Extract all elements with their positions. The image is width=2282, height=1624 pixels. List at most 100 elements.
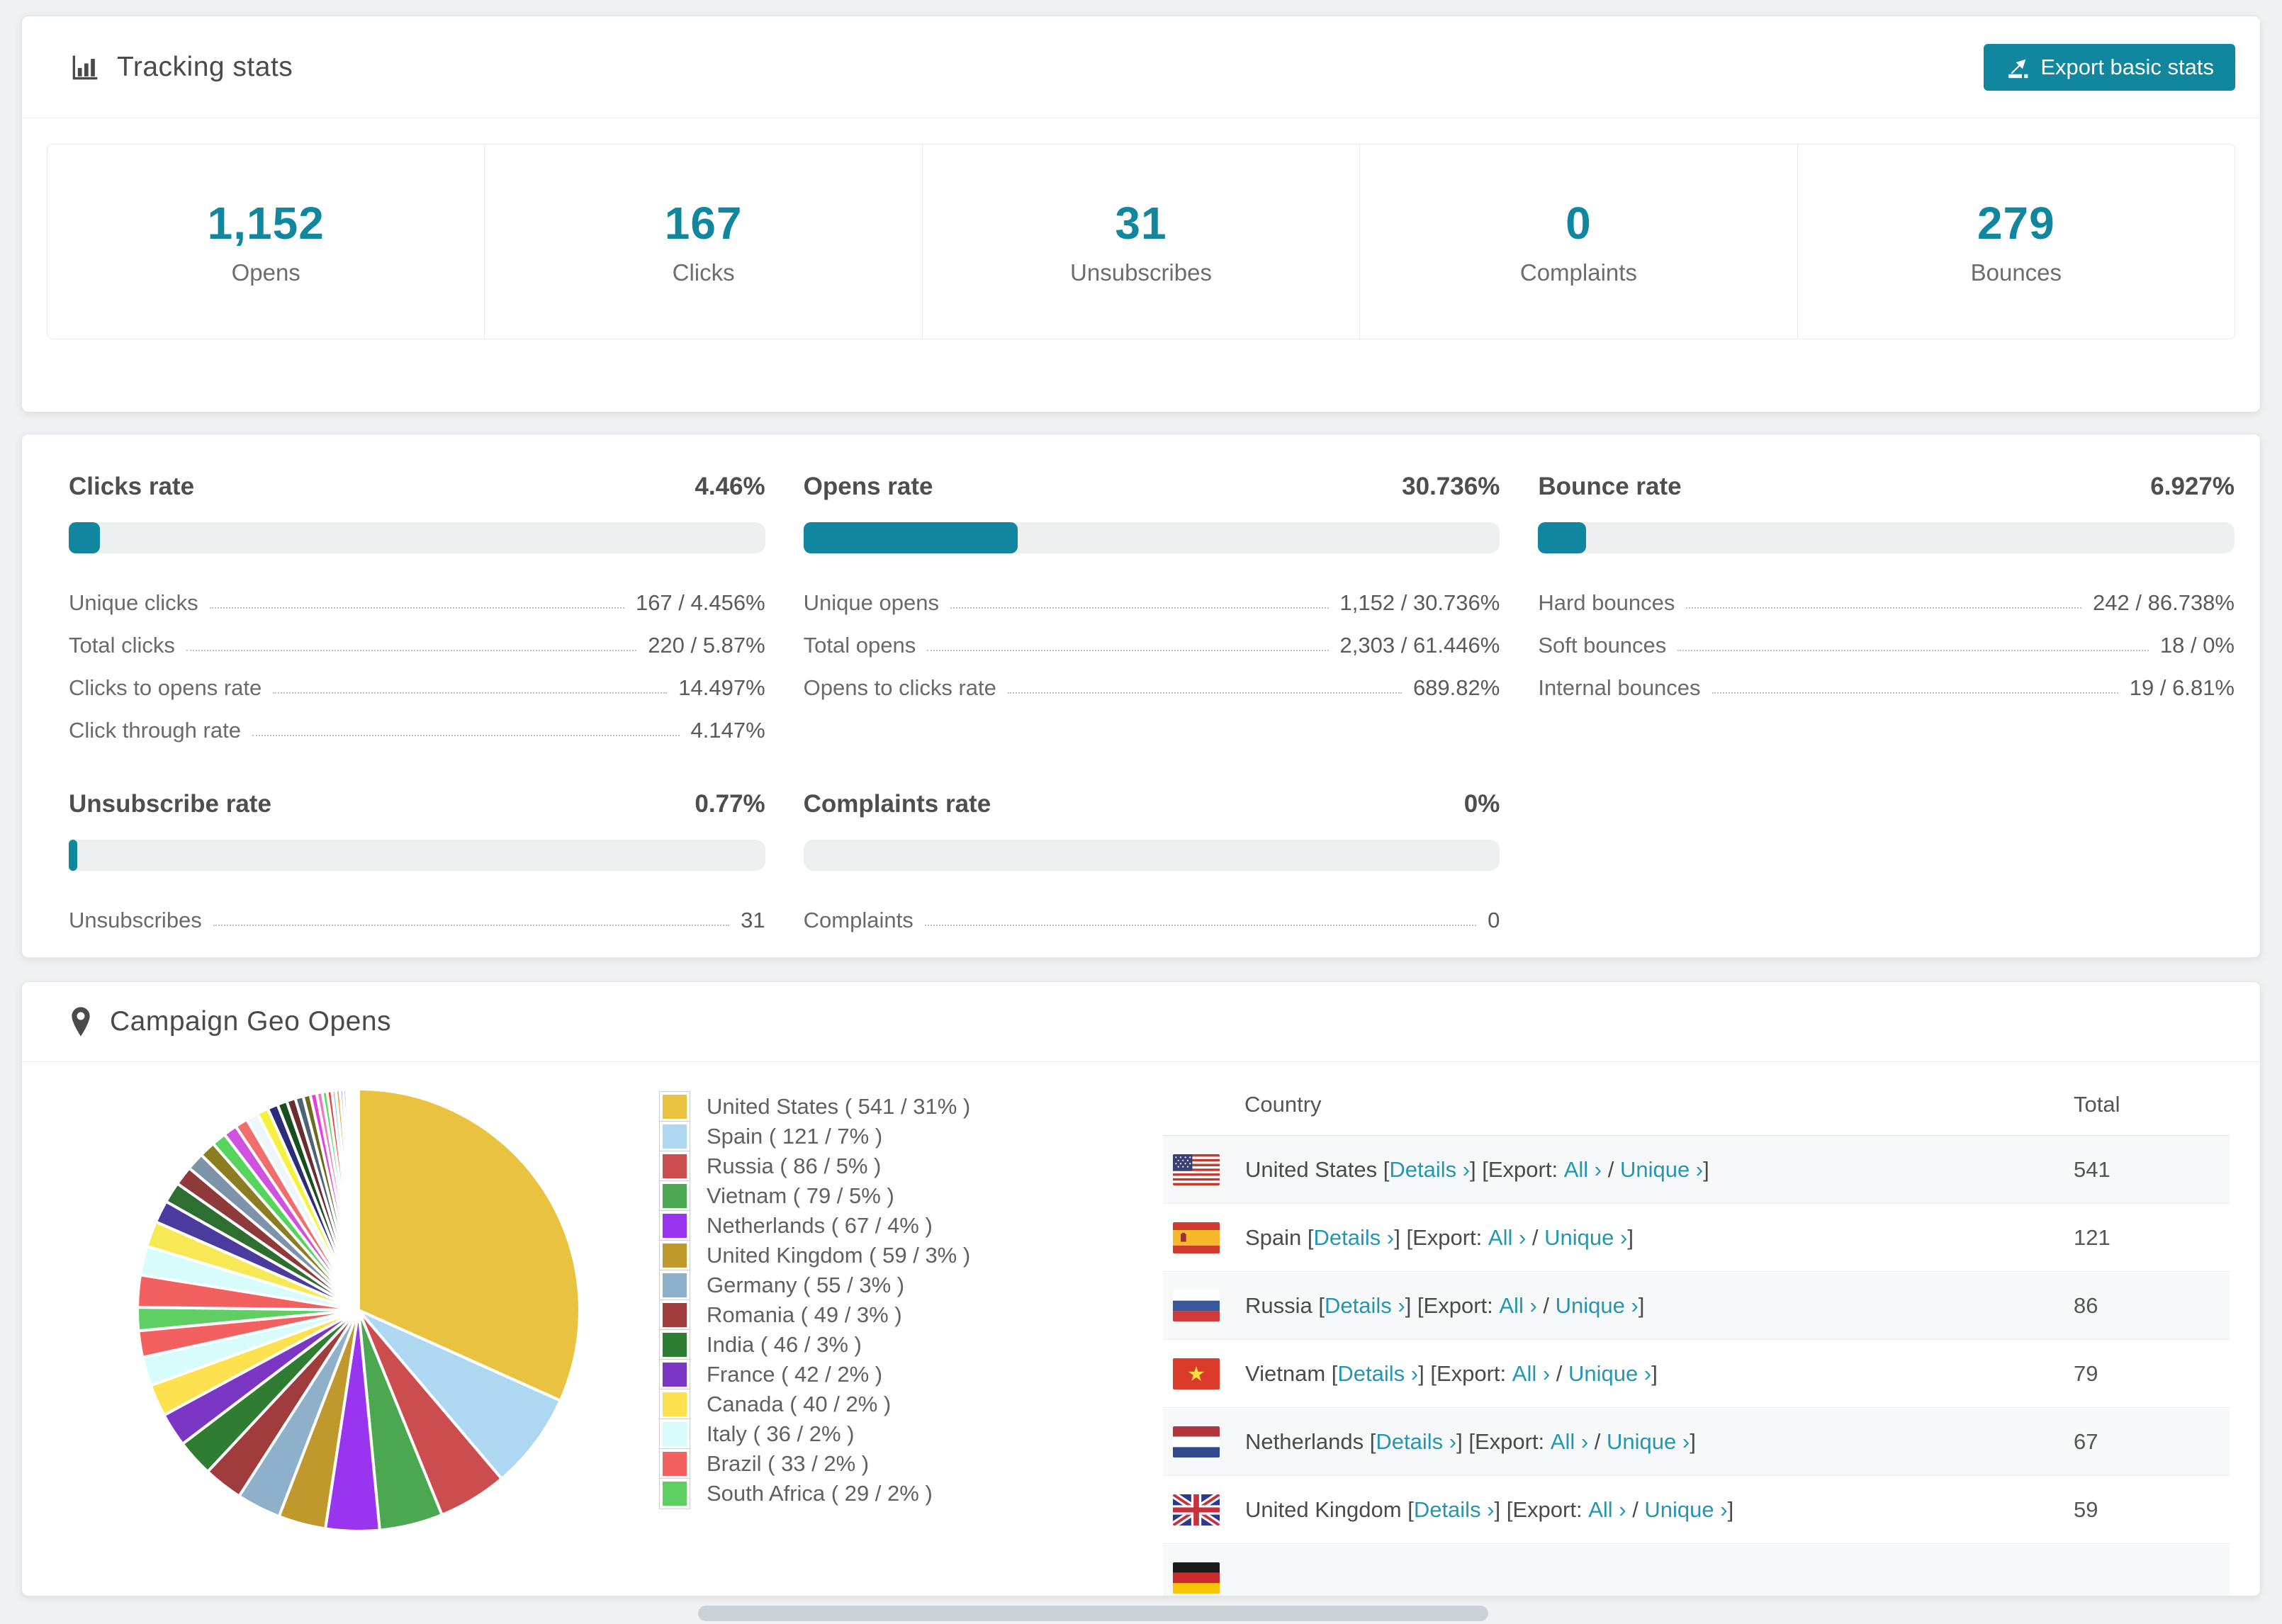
legend-item: Canada ( 40 / 2% ) <box>660 1389 970 1419</box>
dotted-leader <box>213 925 730 926</box>
country-name: Vietnam <box>1245 1360 1332 1386</box>
metric-label: Unsubscribes <box>69 908 202 932</box>
country-cell: Spain [Details ›] [Export: All › / Uniqu… <box>1163 1222 2074 1253</box>
legend-label: Italy ( 36 / 2% ) <box>707 1421 855 1446</box>
export-unique-link[interactable]: Unique › <box>1620 1157 1703 1183</box>
export-basic-stats-button[interactable]: Export basic stats <box>1984 43 2235 91</box>
stat-label: Clicks <box>672 259 735 286</box>
table-row-de <box>1163 1544 2230 1596</box>
export-all-link[interactable]: All › <box>1588 1497 1626 1523</box>
export-unique-link[interactable]: Unique › <box>1556 1293 1639 1319</box>
legend-label: India ( 46 / 3% ) <box>707 1332 862 1357</box>
stat-value: 167 <box>664 198 743 249</box>
stat-label: Bounces <box>1970 259 2062 286</box>
export-unique-link[interactable]: Unique › <box>1568 1361 1651 1387</box>
legend-swatch <box>660 1122 690 1151</box>
slash-text: / <box>1550 1360 1569 1386</box>
metric-value: 19 / 6.81% <box>2129 675 2235 700</box>
opens-rate-value: 30.736% <box>1402 473 1500 500</box>
complaints-rate-progress-track <box>803 840 1500 871</box>
bracket-text: [ <box>1383 1156 1390 1182</box>
country-name: United Kingdom <box>1245 1496 1408 1522</box>
slash-text: / <box>1602 1156 1620 1182</box>
metric-label: Internal bounces <box>1538 675 1701 700</box>
opens-rate-progress-track <box>803 522 1500 553</box>
metric-label: Complaints <box>803 908 914 932</box>
export-unique-link[interactable]: Unique › <box>1644 1497 1727 1523</box>
details-link[interactable]: Details › <box>1325 1293 1405 1319</box>
legend-item: Brazil ( 33 / 2% ) <box>660 1449 970 1479</box>
details-link[interactable]: Details › <box>1389 1157 1470 1183</box>
bounce-rate-progress-track <box>1538 522 2235 553</box>
geo-table-header: Country Total <box>1163 1073 2230 1136</box>
clicks-rate-block: Clicks rate 4.46% Unique clicks 167 / 4.456… <box>69 473 765 743</box>
dotted-leader <box>1686 607 2082 609</box>
bounce-rate-head: Bounce rate 6.927% <box>1538 473 2235 501</box>
slash-text: / <box>1526 1224 1545 1250</box>
dotted-leader <box>209 607 624 609</box>
summary-stat-bounces: 279 Bounces <box>1798 145 2235 339</box>
export-all-link[interactable]: All › <box>1499 1293 1536 1319</box>
summary-stat-complaints: 0 Complaints <box>1360 145 1798 339</box>
unsubscribe-rate-progress-track <box>69 840 765 871</box>
metric-value: 220 / 5.87% <box>648 633 765 658</box>
legend-item: Spain ( 121 / 7% ) <box>660 1122 970 1151</box>
details-link[interactable]: Details › <box>1376 1429 1456 1455</box>
legend-label: Germany ( 55 / 3% ) <box>707 1273 905 1297</box>
country-cell: United Kingdom [Details ›] [Export: All … <box>1163 1494 2074 1526</box>
slash-text: / <box>1626 1496 1645 1522</box>
map-pin-icon <box>69 1006 93 1037</box>
legend-item: United States ( 541 / 31% ) <box>660 1092 970 1122</box>
bracket-text: ] <box>1638 1292 1645 1318</box>
metric-label: Clicks to opens rate <box>69 675 262 700</box>
legend-swatch <box>660 1300 690 1330</box>
bracket-text: [ <box>1407 1496 1414 1522</box>
export-unique-link[interactable]: Unique › <box>1607 1429 1690 1455</box>
legend-item: France ( 42 / 2% ) <box>660 1360 970 1389</box>
metric-value: 689.82% <box>1412 675 1500 700</box>
geo-section-title: Campaign Geo Opens <box>110 1006 392 1037</box>
clicks-rate-title: Clicks rate <box>69 473 195 500</box>
metric-row-click-through-rate: Click through rate 4.147% <box>69 701 765 743</box>
export-unique-link[interactable]: Unique › <box>1544 1225 1627 1251</box>
export-button-label: Export basic stats <box>2040 54 2214 79</box>
legend-label: Russia ( 86 / 5% ) <box>707 1154 882 1178</box>
details-link[interactable]: Details › <box>1337 1361 1418 1387</box>
complaints-rate-value: 0% <box>1463 790 1500 818</box>
legend-item: Russia ( 86 / 5% ) <box>660 1151 970 1181</box>
table-row-spain: Spain [Details ›] [Export: All › / Uniqu… <box>1163 1204 2230 1272</box>
dotted-leader <box>927 650 1329 651</box>
export-all-link[interactable]: All › <box>1564 1157 1602 1183</box>
details-link[interactable]: Details › <box>1414 1497 1495 1523</box>
country-name: United States <box>1245 1156 1383 1182</box>
export-all-link[interactable]: All › <box>1512 1361 1550 1387</box>
table-row-united-kingdom: United Kingdom [Details ›] [Export: All … <box>1163 1476 2230 1544</box>
legend-item: South Africa ( 29 / 2% ) <box>660 1479 970 1509</box>
slash-text: / <box>1588 1428 1607 1454</box>
legend-item: Netherlands ( 67 / 4% ) <box>660 1211 970 1241</box>
metric-row-total-clicks: Total clicks 220 / 5.87% <box>69 616 765 658</box>
details-link[interactable]: Details › <box>1314 1225 1395 1251</box>
opens-rate-head: Opens rate 30.736% <box>804 473 1500 501</box>
metric-row-unique-clicks: Unique clicks 167 / 4.456% <box>69 573 765 616</box>
total-cell: 79 <box>2074 1360 2098 1386</box>
legend-label: United States ( 541 / 31% ) <box>707 1094 971 1119</box>
country-cell: Vietnam [Details ›] [Export: All › / Uni… <box>1163 1358 2074 1389</box>
country-name: Russia <box>1245 1292 1319 1318</box>
country-cell: Russia [Details ›] [Export: All › / Uniq… <box>1163 1290 2074 1321</box>
us-flag-icon <box>1173 1154 1220 1185</box>
legend-swatch <box>660 1419 690 1449</box>
bracket-text: ] [Export: <box>1418 1360 1512 1386</box>
legend-swatch <box>660 1211 690 1241</box>
legend-label: Brazil ( 33 / 2% ) <box>707 1451 870 1476</box>
horizontal-scrollbar-thumb[interactable] <box>698 1606 1488 1621</box>
metric-value: 2,303 / 61.446% <box>1339 633 1500 658</box>
export-all-link[interactable]: All › <box>1551 1429 1588 1455</box>
stat-value: 1,152 <box>207 198 325 249</box>
opens-rate-block: Opens rate 30.736% Unique opens 1,152 / 30.… <box>803 473 1500 743</box>
geo-opens-pie-chart <box>136 1087 582 1533</box>
export-all-link[interactable]: All › <box>1488 1225 1526 1251</box>
legend-label: Netherlands ( 67 / 4% ) <box>707 1213 933 1238</box>
es-flag-icon <box>1173 1222 1220 1253</box>
legend-swatch <box>660 1151 690 1181</box>
